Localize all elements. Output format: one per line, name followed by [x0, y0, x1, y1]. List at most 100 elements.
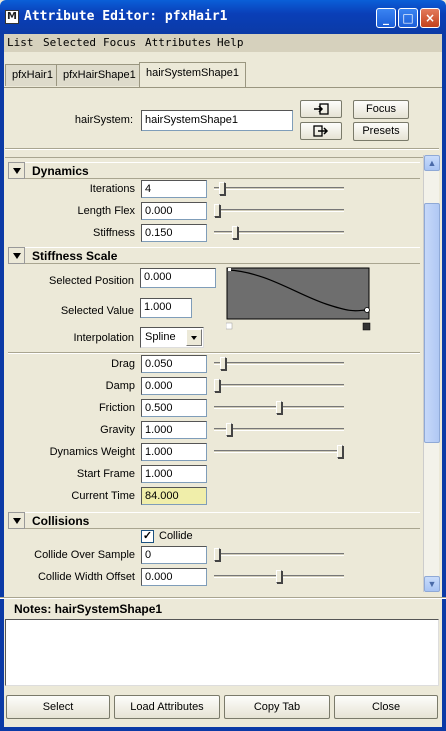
section-stiffness-title: Stiffness Scale	[32, 249, 118, 263]
gravity-slider[interactable]	[214, 422, 344, 438]
ramp-end-point[interactable]	[364, 307, 370, 313]
section-stiffness-scale[interactable]: Stiffness Scale	[8, 247, 420, 264]
selected-position-label: Selected Position	[49, 275, 134, 287]
selected-value-field[interactable]: 1.000	[140, 298, 192, 318]
collide-over-sample-field[interactable]: 0	[141, 546, 207, 564]
menu-list[interactable]: List	[7, 36, 34, 49]
interpolation-label: Interpolation	[73, 332, 134, 344]
window-title: Attribute Editor: pfxHair1	[24, 9, 228, 24]
dynamics-weight-slider[interactable]	[214, 444, 344, 460]
notes-divider	[0, 597, 446, 599]
slider-thumb[interactable]	[214, 379, 220, 392]
collide-label: Collide	[159, 530, 193, 542]
scroll-up-button[interactable]: ▲	[424, 155, 440, 171]
friction-field[interactable]: 0.500	[141, 399, 207, 417]
close-window-button[interactable]: ×	[420, 8, 440, 28]
friction-slider[interactable]	[214, 400, 344, 416]
load-attributes-button[interactable]: Load Attributes	[114, 695, 220, 719]
close-button[interactable]: Close	[334, 695, 438, 719]
drag-slider[interactable]	[214, 356, 344, 372]
dynamics-collapse-box[interactable]	[8, 162, 25, 179]
collide-checkbox[interactable]: ✓	[141, 530, 154, 543]
vertical-scrollbar[interactable]: ▲ ▼	[423, 155, 440, 592]
menu-help[interactable]: Help	[217, 36, 244, 49]
node-name-field[interactable]: hairSystemShape1	[141, 110, 293, 131]
length-flex-field[interactable]: 0.000	[141, 202, 207, 220]
focus-button[interactable]: Focus	[353, 100, 409, 119]
interpolation-value: Spline	[145, 331, 176, 343]
copy-tab-button[interactable]: Copy Tab	[224, 695, 330, 719]
slider-track	[214, 209, 344, 212]
start-frame-label: Start Frame	[76, 468, 135, 480]
menu-attributes[interactable]: Attributes	[145, 36, 211, 49]
damp-label: Damp	[105, 380, 135, 392]
notes-textarea[interactable]	[5, 619, 439, 686]
tab-pfxhair1[interactable]: pfxHair1	[5, 64, 60, 86]
iterations-label: Iterations	[89, 183, 135, 195]
stiffness-collapse-box[interactable]	[8, 247, 25, 264]
menu-focus[interactable]: Focus	[103, 36, 136, 49]
select-output-icon	[313, 125, 329, 137]
slider-thumb[interactable]	[337, 445, 343, 458]
dropdown-arrow-icon[interactable]	[186, 329, 202, 346]
presets-button[interactable]: Presets	[353, 122, 409, 141]
collide-width-offset-field[interactable]: 0.000	[141, 568, 207, 586]
iterations-field[interactable]: 4	[141, 180, 207, 198]
ramp-end-handle[interactable]	[362, 322, 371, 331]
slider-thumb[interactable]	[214, 548, 220, 561]
slider-thumb[interactable]	[214, 204, 220, 217]
slider-track	[214, 187, 344, 190]
collide-width-offset-slider[interactable]	[214, 569, 344, 585]
slider-thumb[interactable]	[276, 570, 282, 583]
menu-selected[interactable]: Selected	[43, 36, 96, 49]
slider-thumb[interactable]	[276, 401, 282, 414]
length-flex-slider[interactable]	[214, 203, 344, 219]
damp-slider[interactable]	[214, 378, 344, 394]
drag-label: Drag	[111, 358, 135, 370]
ramp-start-point[interactable]	[228, 268, 231, 271]
stiffness-slider[interactable]	[214, 225, 344, 241]
title-bar: M Attribute Editor: pfxHair1 _ □ ×	[0, 0, 446, 34]
selected-position-field[interactable]: 0.000	[140, 268, 216, 288]
header-divider	[5, 148, 439, 150]
section-collisions-title: Collisions	[32, 514, 90, 528]
maximize-button[interactable]: □	[398, 8, 418, 28]
collisions-collapse-box[interactable]	[8, 512, 25, 529]
drag-field[interactable]: 0.050	[141, 355, 207, 373]
slider-track	[214, 428, 344, 431]
slider-thumb[interactable]	[219, 182, 225, 195]
dynamics-weight-field[interactable]: 1.000	[141, 443, 207, 461]
ramp-start-handle[interactable]	[226, 322, 233, 330]
damp-field[interactable]: 0.000	[141, 377, 207, 395]
select-input-button[interactable]	[300, 100, 342, 118]
scroll-thumb[interactable]	[424, 203, 440, 443]
collapse-arrow-icon	[13, 253, 21, 259]
section-collisions[interactable]: Collisions	[8, 512, 420, 529]
tab-pfxhairshape1[interactable]: pfxHairShape1	[56, 64, 143, 86]
notes-title: Notes: hairSystemShape1	[14, 602, 163, 616]
select-button[interactable]: Select	[6, 695, 110, 719]
gravity-field[interactable]: 1.000	[141, 421, 207, 439]
interpolation-dropdown[interactable]: Spline	[140, 327, 204, 348]
window-frame-bottom	[0, 727, 446, 731]
menu-bar: List Selected Focus Attributes Help	[0, 34, 446, 52]
stiffness-field[interactable]: 0.150	[141, 224, 207, 242]
tab-hairsystemshape1[interactable]: hairSystemShape1	[139, 62, 246, 88]
slider-thumb[interactable]	[226, 423, 232, 436]
start-frame-field[interactable]: 1.000	[141, 465, 207, 483]
slider-thumb[interactable]	[220, 357, 226, 370]
dynamics-weight-label: Dynamics Weight	[49, 446, 135, 458]
scroll-down-button[interactable]: ▼	[424, 576, 440, 592]
iterations-slider[interactable]	[214, 181, 344, 197]
current-time-field[interactable]: 84.000	[141, 487, 207, 505]
slider-track	[214, 553, 344, 556]
stiffness-ramp-graph[interactable]	[226, 266, 372, 342]
slider-thumb[interactable]	[232, 226, 238, 239]
collide-over-sample-slider[interactable]	[214, 547, 344, 563]
minimize-button[interactable]: _	[376, 8, 396, 28]
length-flex-label: Length Flex	[77, 205, 135, 217]
section-dynamics-title: Dynamics	[32, 164, 89, 178]
select-output-button[interactable]	[300, 122, 342, 140]
slider-track	[214, 362, 344, 365]
section-dynamics[interactable]: Dynamics	[8, 162, 420, 179]
